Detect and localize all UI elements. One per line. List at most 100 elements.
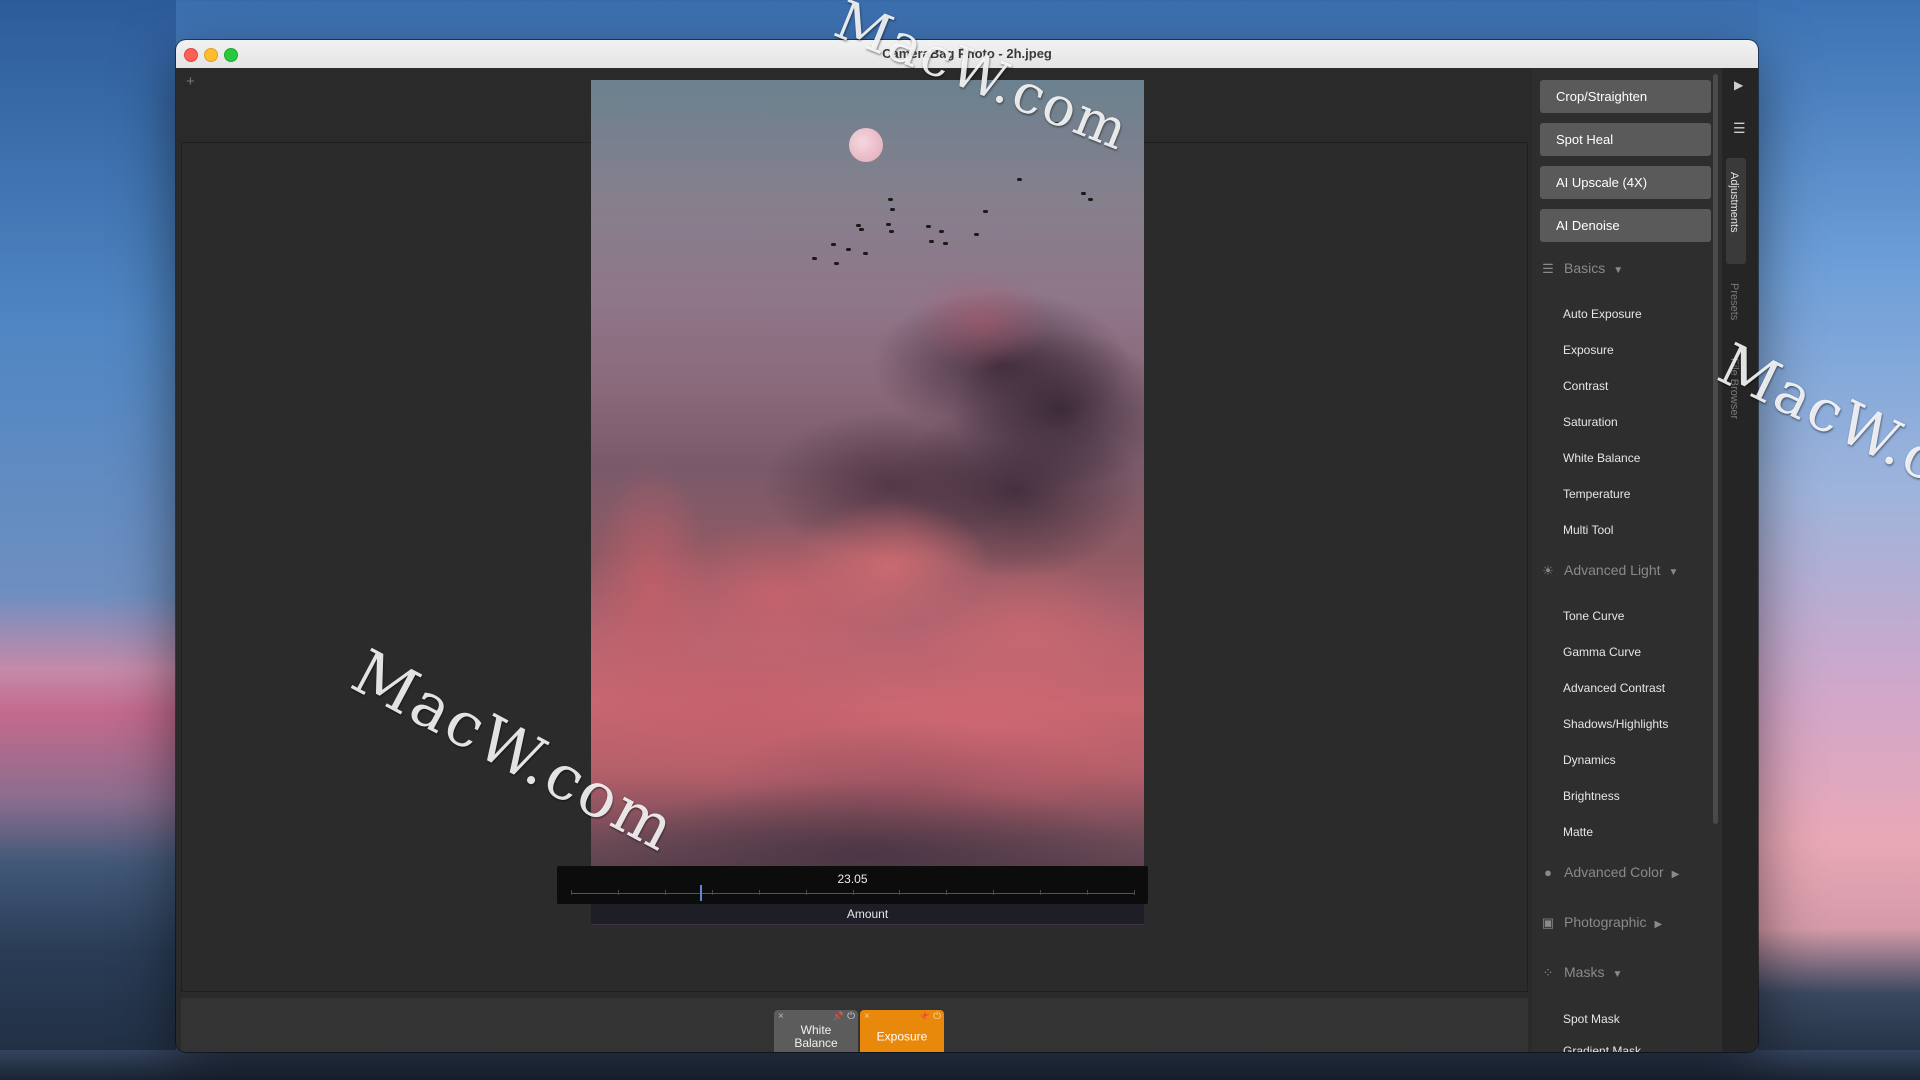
new-tab-button[interactable]: + <box>186 73 195 90</box>
expanded-arrow-icon: ▼ <box>1613 265 1624 276</box>
pin-icon[interactable]: 📌 <box>919 1011 930 1022</box>
bird <box>943 242 948 245</box>
slider-tick <box>1087 890 1089 895</box>
slider-tick <box>571 890 572 895</box>
bird <box>856 224 861 227</box>
bird <box>890 208 895 211</box>
sun-icon: ☀ <box>1542 563 1554 578</box>
expanded-arrow-icon: ▼ <box>1612 969 1623 980</box>
menu-item-temperature[interactable]: Temperature <box>1563 487 1630 501</box>
tab-adjustments[interactable]: Adjustments <box>1728 172 1740 233</box>
slider-knob[interactable] <box>700 885 703 901</box>
slider-value: 23.05 <box>837 872 868 886</box>
adjustment-stack: × 📌 ⏻ White Balance × 📌 ⏻ Exposure <box>181 998 1528 1052</box>
slider-tick <box>1040 890 1042 895</box>
expanded-arrow-icon: ▼ <box>1668 567 1679 578</box>
menu-item-advanced-contrast[interactable]: Advanced Contrast <box>1563 681 1665 695</box>
slider-tick <box>711 890 713 895</box>
adjustment-chip-white-balance[interactable]: × 📌 ⏻ White Balance <box>774 1010 858 1052</box>
menu-item-shadows-highlights[interactable]: Shadows/Highlights <box>1563 717 1668 731</box>
bird <box>974 233 979 236</box>
section-photographic[interactable]: ▣ Photographic ▶ <box>1540 910 1662 934</box>
menu-item-tone-curve[interactable]: Tone Curve <box>1563 609 1624 623</box>
menu-item-gamma-curve[interactable]: Gamma Curve <box>1563 645 1641 659</box>
chip-label: White Balance <box>794 1023 838 1050</box>
desktop-wallpaper-bottom <box>0 1050 1920 1080</box>
desktop-wallpaper-left <box>0 0 176 1080</box>
adjustment-chip-exposure[interactable]: × 📌 ⏻ Exposure <box>860 1010 944 1052</box>
tab-file-browser[interactable]: File Browser <box>1728 358 1740 419</box>
photo-preview[interactable] <box>591 80 1144 925</box>
remove-icon[interactable]: × <box>778 1011 784 1022</box>
app-window: CameraBag Photo - 2h.jpeg + 23.05 Amount… <box>176 40 1758 1052</box>
menu-item-contrast[interactable]: Contrast <box>1563 379 1608 393</box>
bird <box>812 257 817 260</box>
ai-denoise-button[interactable]: AI Denoise <box>1540 209 1711 242</box>
menu-icon[interactable]: ☰ <box>1733 120 1746 137</box>
bird <box>983 210 988 213</box>
bird <box>926 225 931 228</box>
bird <box>859 228 864 231</box>
bird <box>888 198 893 201</box>
sidebar-scrollbar[interactable] <box>1713 74 1718 824</box>
play-icon[interactable]: ▶ <box>1734 78 1743 92</box>
slider-tick <box>899 890 901 895</box>
tab-presets[interactable]: Presets <box>1728 283 1740 320</box>
mask-icon: ⁘ <box>1542 965 1554 980</box>
bird <box>1088 198 1093 201</box>
slider-tick <box>617 890 619 895</box>
menu-item-auto-exposure[interactable]: Auto Exposure <box>1563 307 1642 321</box>
section-masks[interactable]: ⁘ Masks ▼ <box>1540 960 1623 984</box>
section-title: Advanced Color <box>1564 864 1664 880</box>
pin-icon[interactable]: 📌 <box>833 1011 844 1022</box>
slider-tick <box>758 890 760 895</box>
sliders-icon: ☰ <box>1542 261 1554 276</box>
section-advanced-light[interactable]: ☀ Advanced Light ▼ <box>1540 558 1678 582</box>
menu-item-brightness[interactable]: Brightness <box>1563 789 1620 803</box>
power-icon[interactable]: ⏻ <box>847 1011 855 1022</box>
menu-item-spot-mask[interactable]: Spot Mask <box>1563 1012 1620 1026</box>
slider-tick <box>852 890 854 895</box>
window-title: CameraBag Photo - 2h.jpeg <box>882 46 1052 61</box>
desktop-wallpaper-right <box>1758 0 1920 1080</box>
spot-heal-button[interactable]: Spot Heal <box>1540 123 1711 156</box>
bird <box>1017 178 1022 181</box>
camera-icon: ▣ <box>1541 915 1555 930</box>
bird <box>846 248 851 251</box>
ai-upscale-button[interactable]: AI Upscale (4X) <box>1540 166 1711 199</box>
side-tab-bar: ▶ ☰ Adjustments Presets File Browser <box>1722 68 1758 1052</box>
menu-item-exposure[interactable]: Exposure <box>1563 343 1614 357</box>
editor-area: + 23.05 Amount × 📌 ⏻ White Balance × 📌 ⏻… <box>176 68 1532 1052</box>
slider-tick <box>1134 890 1135 895</box>
section-title: Advanced Light <box>1564 562 1661 578</box>
section-title: Masks <box>1564 964 1605 980</box>
bird <box>929 240 934 243</box>
menu-item-gradient-mask[interactable]: Gradient Mask <box>1563 1044 1641 1052</box>
bird <box>889 230 894 233</box>
menu-item-white-balance[interactable]: White Balance <box>1563 451 1640 465</box>
slider-label: Amount <box>591 904 1144 924</box>
crop-straighten-button[interactable]: Crop/Straighten <box>1540 80 1711 113</box>
amount-slider[interactable]: 23.05 <box>557 866 1148 904</box>
slider-tick <box>664 890 666 895</box>
bird <box>886 223 891 226</box>
menu-item-saturation[interactable]: Saturation <box>1563 415 1618 429</box>
menu-item-dynamics[interactable]: Dynamics <box>1563 753 1616 767</box>
section-title: Photographic <box>1564 914 1647 930</box>
slider-tick <box>946 890 948 895</box>
adjustments-panel: Crop/Straighten Spot Heal AI Upscale (4X… <box>1532 68 1722 1052</box>
bird <box>1054 122 1059 125</box>
menu-item-matte[interactable]: Matte <box>1563 825 1593 839</box>
slider-tick <box>805 890 807 895</box>
collapsed-arrow-icon: ▶ <box>1654 919 1663 930</box>
menu-item-multi-tool[interactable]: Multi Tool <box>1563 523 1613 537</box>
section-basics[interactable]: ☰ Basics ▼ <box>1540 256 1623 280</box>
section-title: Basics <box>1564 260 1606 276</box>
power-icon[interactable]: ⏻ <box>933 1011 941 1022</box>
moon <box>849 128 883 162</box>
bird <box>831 243 836 246</box>
title-bar: CameraBag Photo - 2h.jpeg <box>176 40 1758 69</box>
section-advanced-color[interactable]: ● Advanced Color ▶ <box>1540 860 1679 884</box>
remove-icon[interactable]: × <box>864 1011 870 1022</box>
cloud <box>911 270 1051 370</box>
